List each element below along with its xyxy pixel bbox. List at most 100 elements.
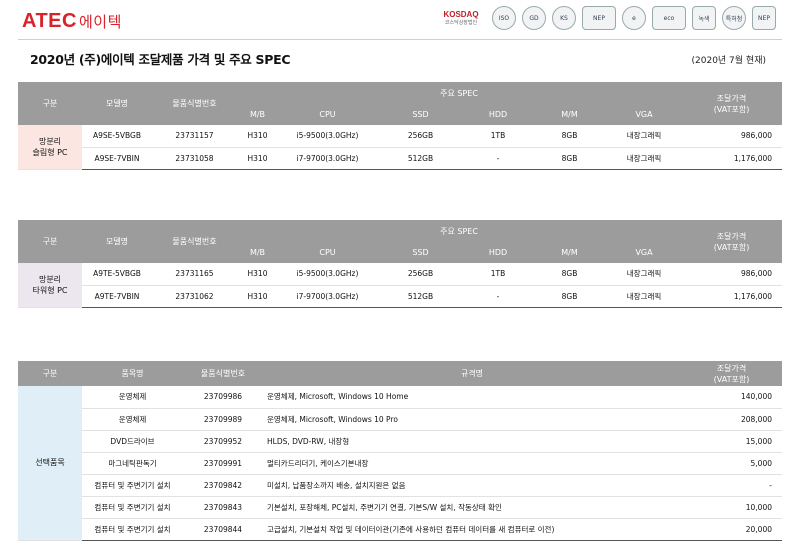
- item-cell: 컴퓨터 및 주변기기 설치: [82, 474, 183, 497]
- header-category: 구분: [18, 82, 82, 125]
- header-spec: 규격명: [263, 361, 681, 386]
- table-row: DVD드라이브 23709952 HLDS, DVD-RW, 내장형 15,00…: [18, 430, 782, 453]
- id-cell: 23709952: [183, 430, 263, 453]
- item-cell: 컴퓨터 및 주변기기 설치: [82, 518, 183, 541]
- price-cell: -: [681, 474, 782, 497]
- vga-cell: 내장그래픽: [607, 147, 682, 170]
- kosdaq-logo: KOSDAQ 코스닥상장법인: [436, 6, 486, 30]
- header-hdd: HDD: [464, 104, 532, 125]
- model-cell: A9TE-7VBIN: [82, 285, 152, 308]
- green-cert-icon: 녹색: [692, 6, 716, 30]
- price-cell: 5,000: [681, 452, 782, 475]
- id-cell: 23709986: [183, 386, 263, 409]
- item-cell: DVD드라이브: [82, 430, 183, 453]
- price-cell: 1,176,000: [681, 147, 783, 170]
- id-cell: 23731062: [152, 285, 237, 308]
- logo-korean: 에이텍: [78, 14, 122, 31]
- ssd-cell: 512GB: [377, 147, 464, 170]
- item-cell: 운영체제: [82, 386, 183, 409]
- logo-brand: ATEC: [22, 10, 77, 32]
- spec-cell: 고급설치, 기본설치 작업 및 데이터이관(기존에 사용하던 컴퓨터 데이터를 …: [263, 518, 681, 541]
- header-spec-group: 주요 SPEC: [237, 82, 682, 104]
- header-mb: M/B: [237, 242, 278, 263]
- table-row: 컴퓨터 및 주변기기 설치 23709843 기본설치, 포장해체, PC설치,…: [18, 496, 782, 519]
- ssd-cell: 256GB: [377, 263, 464, 286]
- model-cell: A9SE-5VBGB: [82, 125, 152, 148]
- atec-logo[interactable]: ATEC 에이텍: [22, 10, 122, 33]
- table-row: 망분리 타워형 PC A9TE-5VBGB 23731165 H310 i5-95…: [18, 263, 783, 308]
- page-title: 2020년 (주)에이텍 조달제품 가격 및 주요 SPEC: [30, 52, 291, 67]
- mb-cell: H310: [237, 125, 278, 148]
- header-cpu: CPU: [278, 242, 377, 263]
- kosdaq-logo-text: KOSDAQ: [443, 10, 479, 19]
- table-row: 운영체제 23709989 운영체제, Microsoft, Windows 1…: [18, 408, 782, 431]
- id-cell: 23709989: [183, 408, 263, 431]
- table-row: 컴퓨터 및 주변기기 설치 23709842 미설치, 납품장소까지 배송, 설…: [18, 474, 782, 497]
- spec-cell: 운영체제, Microsoft, Windows 10 Home: [263, 386, 681, 409]
- header-cpu: CPU: [278, 104, 377, 125]
- category-cell: 망분리 타워형 PC: [18, 263, 82, 308]
- slim-pc-spec-table: 구분 모델명 물품식별번호 주요 SPEC 조달가격 (VAT포함) M/B CP…: [18, 82, 783, 170]
- id-cell: 23731165: [152, 263, 237, 286]
- price-cell: 986,000: [681, 263, 783, 286]
- vga-cell: 내장그래픽: [607, 125, 682, 148]
- header-ssd: SSD: [377, 242, 464, 263]
- id-cell: 23709844: [183, 518, 263, 541]
- cpu-cell: i7-9700(3.0GHz): [278, 285, 377, 308]
- hdd-cell: -: [464, 147, 532, 170]
- cpu-cell: i5-9500(3.0GHz): [278, 263, 377, 286]
- id-cell: 23731157: [152, 125, 237, 148]
- category-cell: 선택품목: [18, 386, 82, 541]
- header-product-id: 물품식별번호: [152, 82, 237, 125]
- id-cell: 23709842: [183, 474, 263, 497]
- eco-label-icon: eco: [652, 6, 686, 30]
- header-mb: M/B: [237, 104, 278, 125]
- certification-logos: KOSDAQ 코스닥상장법인 ISO GD KS NEP e eco 녹색 특허…: [436, 6, 776, 30]
- vga-cell: 내장그래픽: [607, 263, 682, 286]
- price-cell: 15,000: [681, 430, 782, 453]
- hdd-cell: 1TB: [464, 125, 532, 148]
- price-cell: 10,000: [681, 496, 782, 519]
- spec-cell: 기본설치, 포장해체, PC설치, 주변기기 연결, 기본S/W 설치, 작동상…: [263, 496, 681, 519]
- id-cell: 23709991: [183, 452, 263, 475]
- page-header: ATEC 에이텍 KOSDAQ 코스닥상장법인 ISO GD KS NEP e e…: [0, 0, 800, 42]
- header-vga: VGA: [607, 104, 682, 125]
- mm-cell: 8GB: [532, 285, 607, 308]
- table-row: 컴퓨터 및 주변기기 설치 23709844 고급설치, 기본설치 작업 및 데…: [18, 518, 782, 541]
- price-cell: 208,000: [681, 408, 782, 431]
- tower-pc-spec-table: 구분 모델명 물품식별번호 주요 SPEC 조달가격 (VAT포함) M/B CP…: [18, 220, 783, 308]
- price-cell: 986,000: [681, 125, 783, 148]
- spec-cell: 멀티카드리더기, 케이스기본내장: [263, 452, 681, 475]
- nep-green-icon: NEP: [752, 6, 776, 30]
- header-model: 모델명: [82, 220, 152, 263]
- spec-cell: HLDS, DVD-RW, 내장형: [263, 430, 681, 453]
- spec-cell: 운영체제, Microsoft, Windows 10 Pro: [263, 408, 681, 431]
- cpu-cell: i5-9500(3.0GHz): [278, 125, 377, 148]
- header-mm: M/M: [532, 104, 607, 125]
- ssd-cell: 512GB: [377, 285, 464, 308]
- header-price: 조달가격 (VAT포함): [681, 220, 783, 263]
- mm-cell: 8GB: [532, 147, 607, 170]
- item-cell: 컴퓨터 및 주변기기 설치: [82, 496, 183, 519]
- mb-cell: H310: [237, 147, 278, 170]
- price-cell: 20,000: [681, 518, 782, 541]
- item-cell: 마그네틱판독기: [82, 452, 183, 475]
- kosdaq-logo-sub: 코스닥상장법인: [444, 20, 478, 26]
- mb-cell: H310: [237, 263, 278, 286]
- spec-cell: 미설치, 납품장소까지 배송, 설치지원은 없음: [263, 474, 681, 497]
- table-row: 마그네틱판독기 23709991 멀티카드리더기, 케이스기본내장 5,000: [18, 452, 782, 475]
- mm-cell: 8GB: [532, 263, 607, 286]
- iso-cert-icon: ISO: [492, 6, 516, 30]
- ks-cert-icon: KS: [552, 6, 576, 30]
- nep-cert-icon: NEP: [582, 6, 616, 30]
- header-product-id: 물품식별번호: [152, 220, 237, 263]
- mb-cell: H310: [237, 285, 278, 308]
- price-cell: 140,000: [681, 386, 782, 409]
- header-mm: M/M: [532, 242, 607, 263]
- header-ssd: SSD: [377, 104, 464, 125]
- header-category: 구분: [18, 361, 82, 386]
- table-row: 선택품목 운영체제 23709986 운영체제, Microsoft, Wind…: [18, 386, 782, 541]
- gd-cert-icon: GD: [522, 6, 546, 30]
- ssd-cell: 256GB: [377, 125, 464, 148]
- header-spec-group: 주요 SPEC: [237, 220, 682, 242]
